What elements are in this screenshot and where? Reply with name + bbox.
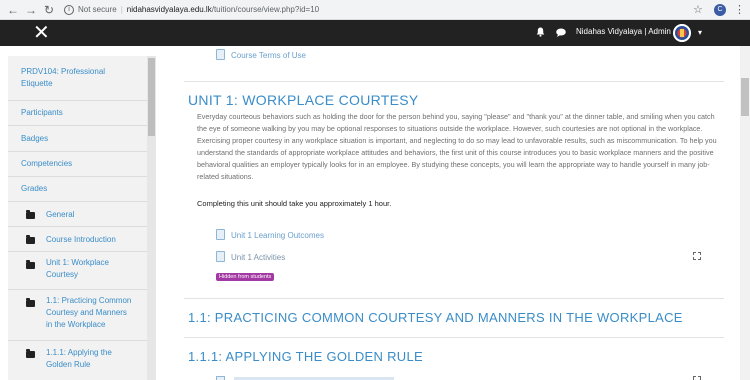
- close-drawer-icon[interactable]: ✕: [33, 21, 50, 45]
- page-scrollbar-thumb[interactable]: [741, 78, 749, 116]
- forward-arrow-icon[interactable]: →: [24, 3, 38, 17]
- unit-summary: Everyday courteous behaviors such as hol…: [197, 112, 717, 182]
- browser-profile-avatar[interactable]: C: [714, 4, 726, 16]
- section-divider: [184, 298, 724, 299]
- drawer-item-grades[interactable]: Grades: [8, 177, 148, 202]
- unit-title: UNIT 1: WORKPLACE COURTESY: [188, 92, 419, 108]
- activity-link-label: Unit 1 Activities: [231, 253, 286, 262]
- drawer-item-participants[interactable]: Participants: [8, 101, 148, 126]
- drawer-scrollbar-thumb[interactable]: [148, 58, 155, 136]
- folder-icon: [26, 298, 35, 307]
- drawer-item-section-1-1-1[interactable]: 1.1.1: Applying the Golden Rule: [8, 341, 148, 380]
- section-1-1-1-title: 1.1.1: APPLYING THE GOLDEN RULE: [188, 349, 423, 364]
- address-bar[interactable]: Not secure | nidahasvidyalaya.edu.lk/tuiti…: [78, 5, 319, 14]
- activity-link-label: Course Terms of Use: [231, 51, 306, 60]
- hidden-from-students-badge: Hidden from students: [216, 273, 275, 281]
- completion-checkbox[interactable]: [693, 376, 701, 380]
- drawer-item-general[interactable]: General: [8, 202, 148, 227]
- url-path: /tuition/course/view.php?id=10: [211, 5, 320, 14]
- section-1-1-title: 1.1: PRACTICING COMMON COURTESY AND MANN…: [188, 310, 683, 325]
- course-content: Course Terms of Use UNIT 1: WORKPLACE CO…: [168, 46, 740, 380]
- course-navigation-drawer: PRDV104: Professional Etiquette Particip…: [8, 56, 156, 380]
- drawer-item-label: Participants: [21, 108, 63, 117]
- user-name[interactable]: Nidahas Vidyalaya | Admin: [576, 27, 671, 36]
- messages-chat-icon[interactable]: [556, 28, 566, 37]
- url-host: nidahasvidyalaya.edu.lk: [126, 5, 212, 14]
- drawer-item-label: PRDV104: Professional Etiquette: [21, 67, 106, 88]
- drawer-item-label: Grades: [21, 184, 48, 193]
- drawer-item-label: Competencies: [21, 159, 73, 168]
- folder-icon: [26, 210, 35, 219]
- bookmark-star-icon[interactable]: ☆: [693, 3, 703, 16]
- drawer-item-competencies[interactable]: Competencies: [8, 152, 148, 177]
- site-navbar: ✕ Nidahas Vidyalaya | Admin ▾: [0, 20, 750, 46]
- activity-link-label: Unit 1 Learning Outcomes: [231, 231, 324, 240]
- drawer-item-label: Unit 1: Workplace Courtesy: [46, 258, 109, 279]
- notification-bell-icon[interactable]: [536, 27, 545, 37]
- drawer-item-course-introduction[interactable]: Course Introduction: [8, 227, 148, 252]
- section-divider: [184, 337, 724, 338]
- activity-course-terms[interactable]: Course Terms of Use: [216, 49, 306, 60]
- drawer-item-label: 1.1.1: Applying the Golden Rule: [46, 348, 112, 369]
- drawer-item-label: Badges: [21, 134, 49, 143]
- drawer-item-label: 1.1: Practicing Common Courtesy and Mann…: [46, 296, 132, 329]
- browser-toolbar: ← → ↻ i Not secure | nidahasvidyalaya.edu.…: [0, 0, 750, 20]
- folder-icon: [26, 349, 35, 358]
- browser-menu-icon[interactable]: ⋮: [734, 3, 745, 16]
- folder-icon: [26, 235, 35, 244]
- drawer-item-section-1-1[interactable]: 1.1: Practicing Common Courtesy and Mann…: [8, 290, 148, 341]
- page-file-icon: [216, 229, 225, 240]
- page-file-icon: [216, 49, 225, 60]
- reload-icon[interactable]: ↻: [42, 3, 56, 17]
- activity-unit-1-activities[interactable]: Unit 1 Activities: [216, 251, 285, 262]
- page-file-icon: [216, 376, 225, 380]
- drawer-item-unit-1[interactable]: Unit 1: Workplace Courtesy: [8, 252, 148, 290]
- user-menu-chevron-down-icon[interactable]: ▾: [698, 28, 702, 37]
- drawer-item-label: Course Introduction: [46, 235, 116, 244]
- security-label: Not secure: [78, 5, 117, 14]
- back-arrow-icon[interactable]: ←: [6, 3, 20, 17]
- drawer-item-badges[interactable]: Badges: [8, 126, 148, 152]
- section-divider: [184, 81, 724, 82]
- completion-note: Completing this unit should take you app…: [197, 199, 392, 208]
- page-file-icon: [216, 251, 225, 262]
- drawer-item-label: General: [46, 210, 75, 219]
- folder-icon: [26, 260, 35, 269]
- activity-unit-1-learning-outcomes[interactable]: Unit 1 Learning Outcomes: [216, 229, 324, 240]
- drawer-item-course[interactable]: PRDV104: Professional Etiquette: [8, 56, 148, 101]
- info-icon[interactable]: i: [64, 5, 74, 15]
- user-avatar[interactable]: [673, 24, 691, 42]
- completion-checkbox[interactable]: [693, 252, 701, 260]
